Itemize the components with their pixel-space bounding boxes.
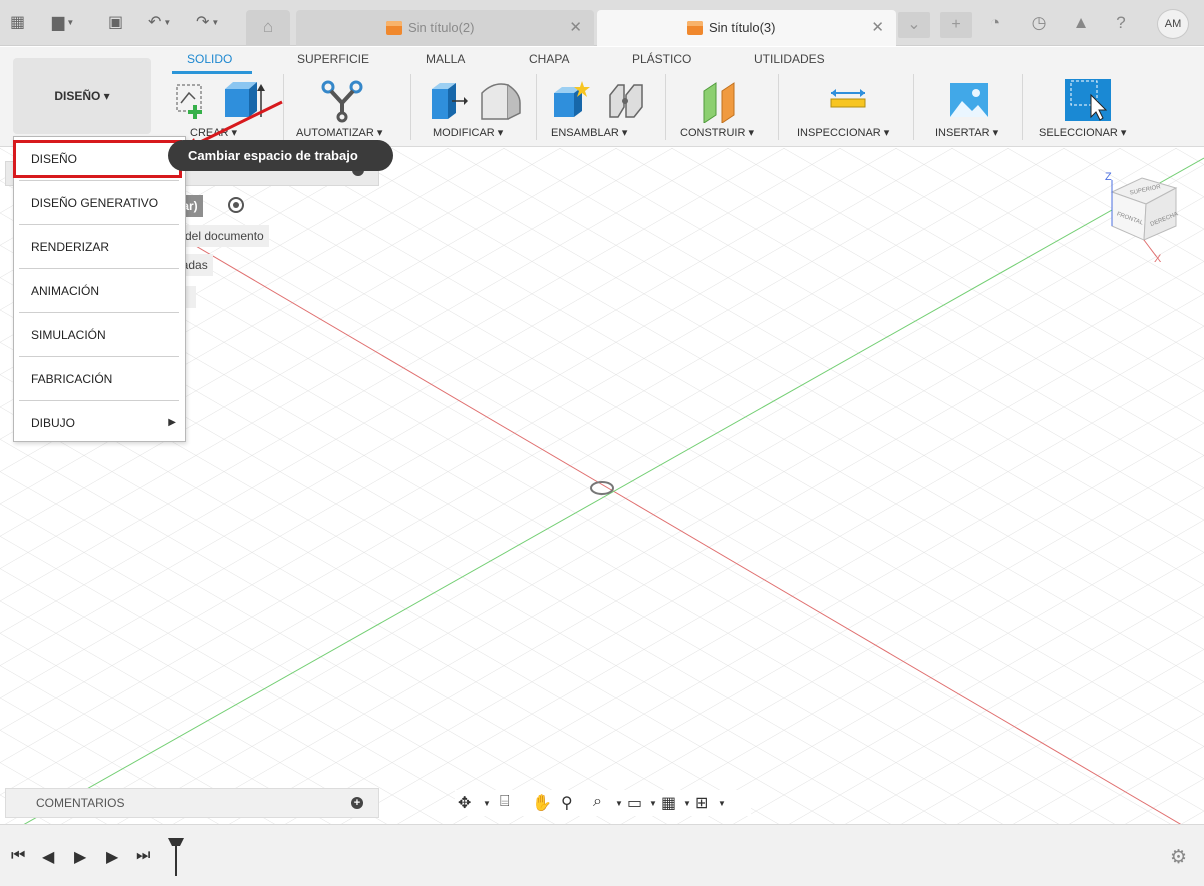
timeline-marker[interactable] (166, 836, 186, 878)
viewports-icon[interactable]: ⊞ (695, 793, 708, 813)
look-at-icon[interactable]: ⌸ (500, 793, 510, 811)
chevron-down-icon[interactable]: ▼ (718, 799, 726, 808)
go-to-end-icon[interactable]: ⏭ (136, 847, 150, 865)
divider (536, 74, 537, 140)
divider (778, 74, 779, 140)
step-back-icon[interactable]: ◀ (42, 847, 54, 867)
grid-settings-icon[interactable]: ▦ (661, 793, 676, 813)
tooltip: Cambiar espacio de trabajo (168, 140, 393, 171)
zoom-icon[interactable]: ⚲ (561, 793, 573, 813)
save-icon[interactable]: ▣ (108, 14, 123, 32)
clock-icon[interactable]: ◷ (1028, 12, 1050, 34)
tab-solido[interactable]: SOLIDO (187, 52, 232, 66)
close-icon[interactable]: ✕ (569, 10, 582, 46)
chevron-down-icon[interactable]: ▼ (683, 799, 691, 808)
tab-plastico[interactable]: PLÁSTICO (632, 52, 691, 66)
tab-chapa[interactable]: CHAPA (529, 52, 569, 66)
tab-document-3[interactable]: Sin título(3) ✕ (597, 10, 896, 46)
add-tab-icon[interactable]: + (940, 12, 972, 38)
sync-icon[interactable]: ◔ (984, 12, 1006, 34)
group-modificar[interactable]: MODIFICAR ▾ (433, 126, 503, 139)
submenu-arrow-icon: ▶ (168, 417, 176, 428)
cube-icon (687, 21, 703, 35)
chevron-down-icon[interactable]: ▼ (483, 799, 491, 808)
group-inspeccionar[interactable]: INSPECCIONAR ▾ (797, 126, 889, 139)
play-icon[interactable]: ▶ (74, 847, 86, 867)
automate-icon[interactable] (320, 79, 364, 123)
menu-item-animacion[interactable]: ANIMACIÓN (14, 269, 185, 313)
bell-icon[interactable]: ▲ (1070, 12, 1092, 34)
step-forward-icon[interactable]: ▶ (106, 847, 118, 867)
tab-list-chevron-icon[interactable]: ⌄ (898, 12, 930, 38)
home-icon[interactable]: ⌂ (246, 10, 290, 46)
orbit-icon[interactable]: ✥ (458, 793, 471, 813)
press-pull-icon[interactable] (426, 79, 470, 123)
help-icon[interactable]: ? (1110, 12, 1132, 34)
fillet-icon[interactable] (478, 79, 522, 123)
group-ensamblar[interactable]: ENSAMBLAR ▾ (551, 126, 627, 139)
navigation-bar: ✥ ▼ ⌸ ✋ ⚲ ⌕ ▼ ▭ ▼ ▦ ▼ ⊞ ▼ (455, 790, 751, 816)
insert-image-icon[interactable] (948, 79, 992, 123)
chevron-down-icon[interactable]: ▼ (615, 799, 623, 808)
menu-item-diseno-generativo[interactable]: DISEÑO GENERATIVO (14, 181, 185, 225)
settings-gear-icon[interactable]: ⚙ (1170, 846, 1187, 869)
active-radio-icon[interactable] (228, 197, 244, 213)
group-automatizar[interactable]: AUTOMATIZAR ▾ (296, 126, 382, 139)
offset-plane-icon[interactable] (698, 79, 742, 123)
divider (410, 74, 411, 140)
fit-icon[interactable]: ⌕ (593, 793, 602, 811)
grid-menu-icon[interactable]: ▦ (10, 14, 25, 32)
tab-document-2[interactable]: Sin título(2) ✕ (296, 10, 594, 46)
tab-superficie[interactable]: SUPERFICIE (297, 52, 369, 66)
menu-item-renderizar[interactable]: RENDERIZAR (14, 225, 185, 269)
menu-item-label: DIBUJO (31, 416, 76, 430)
joint-icon[interactable] (604, 79, 648, 123)
menu-item-fabricacion[interactable]: FABRICACIÓN (14, 357, 185, 401)
undo-icon[interactable]: ↶ ▼ (148, 14, 171, 32)
new-component-icon[interactable] (550, 79, 594, 123)
menu-item-simulacion[interactable]: SIMULACIÓN (14, 313, 185, 357)
group-seleccionar[interactable]: SELECCIONAR ▾ (1039, 126, 1126, 139)
divider (665, 74, 666, 140)
pan-icon[interactable]: ✋ (532, 793, 552, 813)
file-icon[interactable]: ▆ ▼ (52, 14, 74, 32)
go-to-start-icon[interactable]: ⏮ (11, 847, 25, 865)
chevron-down-icon[interactable]: ▼ (649, 799, 657, 808)
highlight-annotation-box (13, 140, 182, 178)
viewcube[interactable]: SUPERIOR FRONTAL DERECHA Z X (1098, 166, 1188, 266)
measure-icon[interactable] (827, 79, 871, 123)
title-bar: ▦ ▆ ▼ ▣ ↶ ▼ ↷ ▼ ⌂ Sin título(2) ✕ Sin títul… (0, 0, 1204, 46)
active-tab-underline (172, 71, 252, 74)
tab-label: Sin título(3) (709, 20, 776, 35)
select-icon[interactable] (1065, 79, 1113, 127)
tab-utilidades[interactable]: UTILIDADES (754, 52, 825, 66)
display-settings-icon[interactable]: ▭ (627, 793, 642, 813)
group-insertar[interactable]: INSERTAR ▾ (935, 126, 998, 139)
x-axis-label: X (1154, 253, 1162, 265)
avatar[interactable]: AM (1157, 9, 1189, 39)
divider (1022, 74, 1023, 140)
tab-malla[interactable]: MALLA (426, 52, 465, 66)
comments-panel[interactable]: COMENTARIOS (5, 788, 379, 818)
group-construir[interactable]: CONSTRUIR ▾ (680, 126, 754, 139)
close-icon[interactable]: ✕ (871, 10, 884, 46)
cube-icon (386, 21, 402, 35)
workspace-button[interactable]: DISEÑO ▾ (13, 58, 151, 134)
workspace-menu: DISEÑO DISEÑO GENERATIVO RENDERIZAR ANIM… (13, 136, 186, 442)
menu-item-dibujo[interactable]: DIBUJO ▶ (14, 401, 185, 445)
divider (913, 74, 914, 140)
redo-icon[interactable]: ↷ ▼ (196, 14, 219, 32)
tab-label: Sin título(2) (408, 20, 475, 35)
z-axis-label: Z (1105, 171, 1112, 183)
add-comment-icon[interactable]: + (351, 797, 363, 809)
